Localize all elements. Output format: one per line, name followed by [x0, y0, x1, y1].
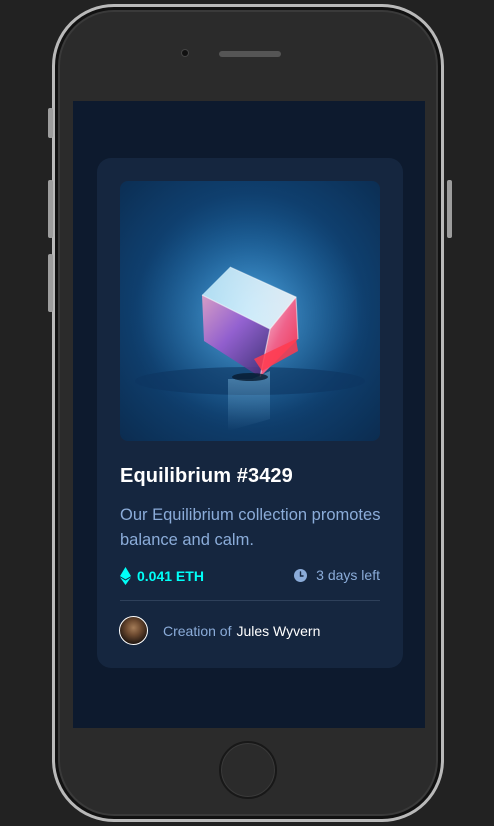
- creator-prefix: Creation of: [163, 622, 232, 639]
- volume-up-button: [48, 180, 53, 238]
- ethereum-icon: [120, 567, 131, 585]
- nft-description: Our Equilibrium collection promotes bala…: [120, 506, 381, 549]
- power-button: [447, 180, 452, 238]
- price-info: 0.041 ETH: [120, 567, 204, 585]
- front-camera: [182, 50, 188, 56]
- phone-screen: Equilibrium #3429 Our Equilibrium collec…: [73, 101, 425, 728]
- time-left-value: 3 days left: [316, 567, 380, 583]
- volume-down-button: [48, 254, 53, 312]
- time-left-info: 3 days left: [294, 567, 380, 583]
- cube-image: [130, 211, 370, 431]
- home-button[interactable]: [219, 741, 277, 799]
- nft-title[interactable]: Equilibrium #3429: [120, 465, 293, 488]
- creator-avatar: [119, 616, 148, 645]
- clock-icon: [294, 568, 308, 582]
- earpiece-speaker: [219, 51, 281, 57]
- price-value: 0.041 ETH: [137, 568, 204, 584]
- nft-artwork[interactable]: [120, 181, 380, 441]
- nft-card: Equilibrium #3429 Our Equilibrium collec…: [97, 158, 403, 668]
- card-divider: [120, 600, 380, 601]
- creator-name-link[interactable]: Jules Wyvern: [236, 623, 320, 639]
- mute-switch: [48, 108, 53, 138]
- creator-info: Creation of Jules Wyvern: [119, 616, 320, 645]
